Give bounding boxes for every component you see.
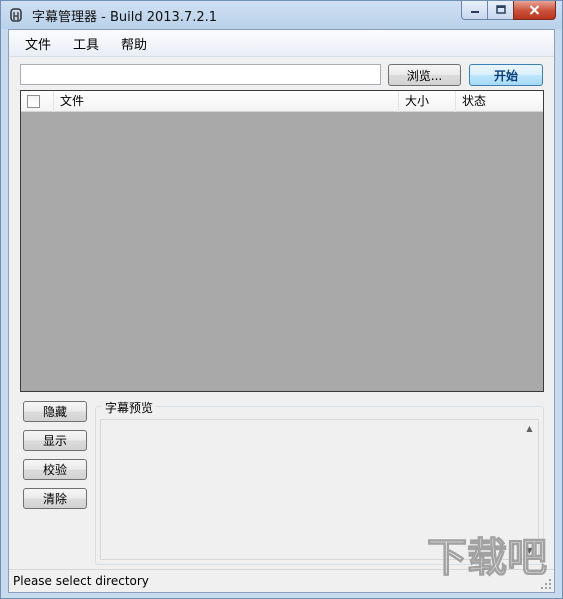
app-window: 字幕管理器 - Build 2013.7.2.1 文件 工具 帮助 浏览... … xyxy=(0,0,563,599)
column-header-status[interactable]: 状态 xyxy=(456,91,543,112)
menu-file[interactable]: 文件 xyxy=(17,31,59,56)
menu-bar: 文件 工具 帮助 xyxy=(9,30,554,57)
minimize-button[interactable] xyxy=(461,1,487,20)
column-header-size[interactable]: 大小 xyxy=(399,91,456,112)
window-title: 字幕管理器 - Build 2013.7.2.1 xyxy=(32,9,218,25)
menu-help[interactable]: 帮助 xyxy=(113,31,155,56)
scroll-up-icon[interactable]: ▲ xyxy=(521,420,538,437)
app-icon xyxy=(10,8,22,22)
status-text: Please select directory xyxy=(13,574,149,588)
watermark-logo: 下载吧 xyxy=(426,534,547,581)
select-all-column[interactable] xyxy=(21,91,54,112)
menu-tools[interactable]: 工具 xyxy=(65,31,107,56)
file-list-header: 文件 大小 状态 xyxy=(21,91,543,112)
title-bar[interactable]: 字幕管理器 - Build 2013.7.2.1 xyxy=(1,1,562,29)
subtitle-preview-label: 字幕预览 xyxy=(102,399,157,416)
close-icon xyxy=(529,5,540,15)
start-button[interactable]: 开始 xyxy=(469,64,543,86)
client-area: 文件 工具 帮助 浏览... 开始 文件 大小 状态 隐藏 显示 校验 清除 字… xyxy=(8,29,555,593)
clear-button[interactable]: 清除 xyxy=(23,488,87,509)
maximize-icon xyxy=(495,5,506,14)
hide-button[interactable]: 隐藏 xyxy=(23,401,87,422)
window-controls xyxy=(461,1,556,20)
directory-path-input[interactable] xyxy=(20,64,381,85)
minimize-icon xyxy=(470,11,479,13)
column-header-file[interactable]: 文件 xyxy=(54,91,399,112)
close-button[interactable] xyxy=(513,1,556,20)
show-button[interactable]: 显示 xyxy=(23,430,87,451)
watermark-text: 下载吧 xyxy=(427,535,547,581)
file-list-body[interactable] xyxy=(21,112,543,391)
select-all-checkbox[interactable] xyxy=(27,95,40,108)
file-list[interactable]: 文件 大小 状态 xyxy=(20,90,544,392)
maximize-button[interactable] xyxy=(487,1,513,20)
browse-button[interactable]: 浏览... xyxy=(388,64,461,86)
verify-button[interactable]: 校验 xyxy=(23,459,87,480)
